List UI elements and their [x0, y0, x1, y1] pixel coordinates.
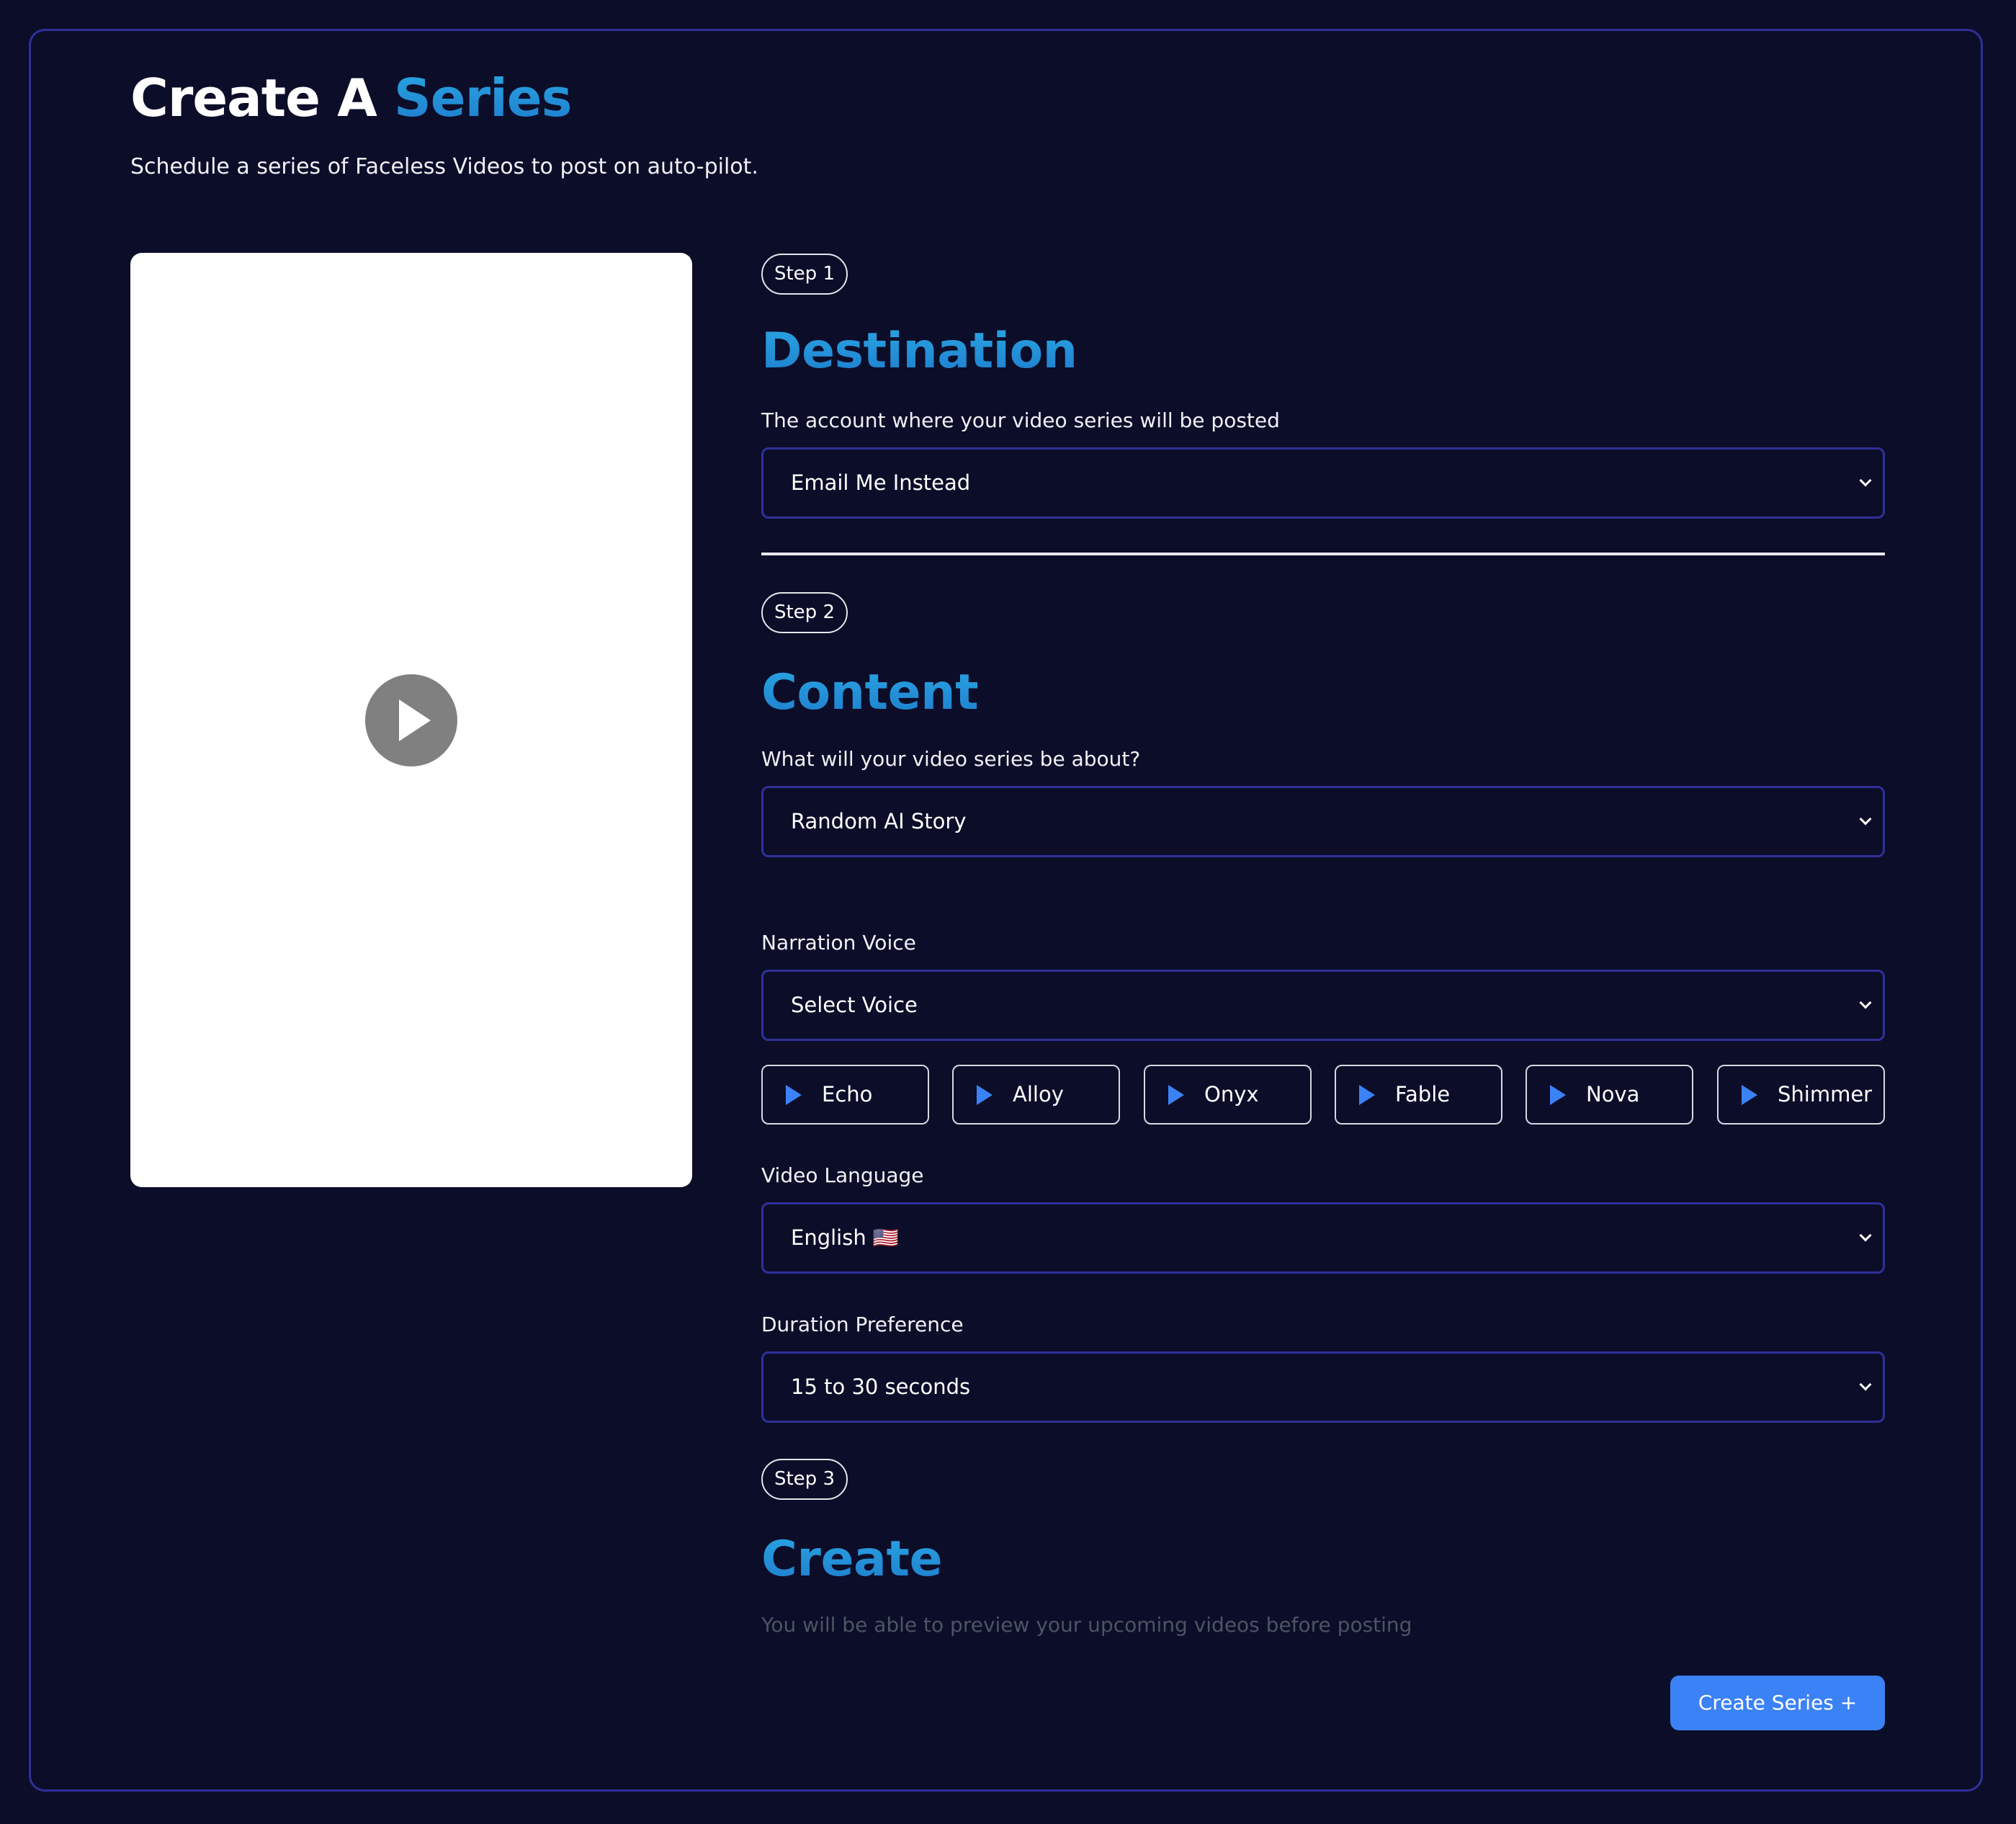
duration-preference-label: Duration Preference: [761, 1313, 964, 1336]
destination-select-value: Email Me Instead: [791, 470, 971, 495]
voice-sample-echo[interactable]: Echo: [761, 1065, 929, 1125]
voice-name: Alloy: [1013, 1082, 1064, 1107]
duration-preference-select[interactable]: 15 to 30 seconds: [761, 1351, 1885, 1423]
play-icon: [1359, 1085, 1375, 1105]
destination-select[interactable]: Email Me Instead: [761, 447, 1885, 519]
step-3-badge: Step 3: [761, 1459, 848, 1500]
create-series-button[interactable]: Create Series +: [1670, 1676, 1885, 1730]
narration-voice-label: Narration Voice: [761, 931, 916, 955]
play-icon: [786, 1085, 802, 1105]
page-subtitle: Schedule a series of Faceless Videos to …: [130, 154, 758, 179]
content-select[interactable]: Random AI Story: [761, 786, 1885, 857]
voice-name: Fable: [1395, 1082, 1451, 1107]
voice-sample-shimmer[interactable]: Shimmer: [1717, 1065, 1885, 1125]
section-divider: [761, 553, 1885, 555]
page-title-prefix: Create A: [130, 68, 394, 128]
step-1-badge: Step 1: [761, 254, 848, 295]
destination-heading: Destination: [761, 323, 1078, 380]
chevron-down-icon: [1859, 996, 1872, 1009]
duration-preference-select-value: 15 to 30 seconds: [791, 1374, 971, 1399]
page-title-highlight: Series: [393, 68, 573, 128]
voice-name: Onyx: [1204, 1082, 1259, 1107]
chevron-down-icon: [1859, 1378, 1872, 1391]
voice-name: Echo: [822, 1082, 873, 1107]
play-icon: [1742, 1085, 1757, 1105]
narration-voice-select[interactable]: Select Voice: [761, 970, 1885, 1041]
play-video-button[interactable]: [365, 674, 457, 766]
chevron-down-icon: [1859, 1229, 1872, 1242]
step-2-badge: Step 2: [761, 592, 848, 633]
content-select-value: Random AI Story: [791, 809, 967, 833]
voice-name: Nova: [1586, 1082, 1640, 1107]
page-title: Create A Series: [130, 63, 573, 133]
play-icon: [977, 1085, 993, 1105]
content-label: What will your video series be about?: [761, 747, 1141, 771]
content-heading: Content: [761, 664, 979, 721]
video-language-select[interactable]: English 🇺🇸: [761, 1202, 1885, 1274]
destination-label: The account where your video series will…: [761, 408, 1280, 432]
play-icon: [1550, 1085, 1566, 1105]
play-icon: [1168, 1085, 1184, 1105]
video-language-label: Video Language: [761, 1163, 924, 1187]
narration-voice-select-value: Select Voice: [791, 993, 918, 1017]
play-icon: [399, 699, 431, 741]
create-heading: Create: [761, 1531, 943, 1588]
voice-name: Shimmer: [1778, 1082, 1873, 1107]
voice-sample-fable[interactable]: Fable: [1335, 1065, 1502, 1125]
chevron-down-icon: [1859, 474, 1872, 487]
video-language-select-value: English 🇺🇸: [791, 1225, 900, 1250]
preview-note: You will be able to preview your upcomin…: [761, 1613, 1412, 1637]
chevron-down-icon: [1859, 813, 1872, 826]
voice-sample-onyx[interactable]: Onyx: [1144, 1065, 1312, 1125]
voice-sample-alloy[interactable]: Alloy: [952, 1065, 1120, 1125]
voice-sample-nova[interactable]: Nova: [1526, 1065, 1693, 1125]
